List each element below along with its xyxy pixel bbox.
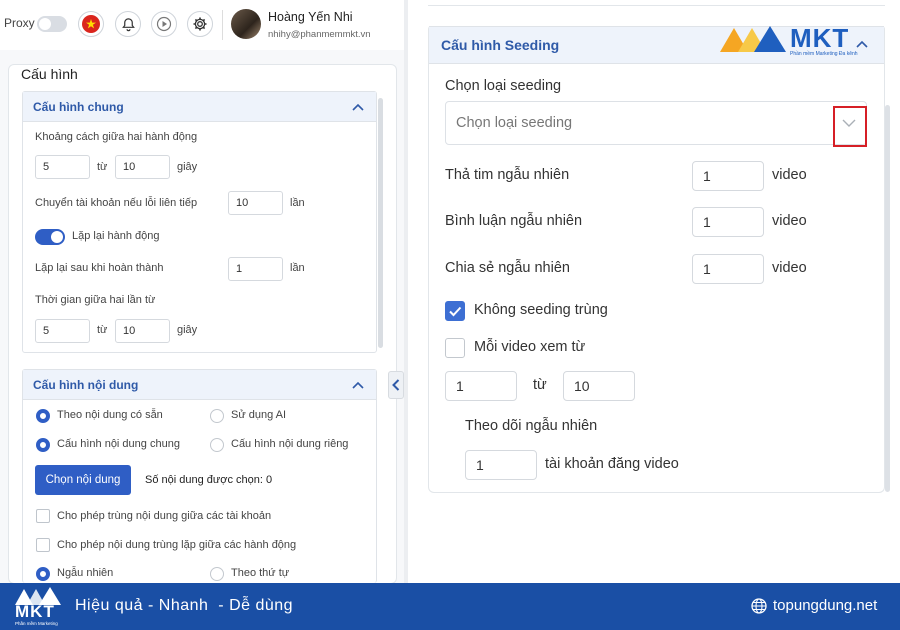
repeat-action-label: Lặp lại hành động (72, 230, 160, 242)
comment-unit: video (772, 213, 807, 229)
seeding-type-label: Chọn loại seeding (445, 78, 562, 94)
footer-logo-text: MKT (15, 602, 55, 621)
radio-available-content[interactable] (36, 409, 50, 423)
top-bar: Proxy Hoàng Yến Nhi nhihy@phanmemmkt.vn (0, 0, 404, 50)
share-unit: video (772, 260, 807, 276)
mkt-logo: MKT Phần mềm Marketing Đa kênh (720, 23, 870, 58)
user-email: nhihy@phanmemmkt.vn (268, 29, 371, 40)
radio-separate-label: Cấu hình nội dung riêng (231, 438, 349, 450)
repeat-action-toggle[interactable] (35, 229, 65, 245)
radio-random-label: Ngẫu nhiên (57, 567, 114, 579)
follow-input[interactable]: 1 (465, 450, 537, 480)
general-config-title: Cấu hình chung (33, 99, 124, 114)
repeat-after-input[interactable]: 1 (228, 257, 283, 281)
allow-dup-accounts-label: Cho phép trùng nội dung giữa các tài kho… (57, 510, 272, 522)
switch-account-input[interactable]: 10 (228, 191, 283, 215)
heart-unit: video (772, 167, 807, 183)
content-config-header[interactable]: Cấu hình nội dung (23, 370, 376, 400)
share-input[interactable]: 1 (692, 254, 764, 284)
radio-use-ai[interactable] (210, 409, 224, 423)
between-from-input[interactable]: 5 (35, 319, 90, 343)
bell-icon[interactable] (115, 11, 141, 37)
repeat-after-label: Lặp lại sau khi hoàn thành (35, 262, 164, 274)
allow-dup-accounts-checkbox[interactable] (36, 509, 50, 523)
comment-input[interactable]: 1 (692, 207, 764, 237)
between-label: Thời gian giữa hai lần từ (35, 294, 156, 306)
follow-unit: tài khoản đăng video (545, 456, 679, 472)
no-dup-seeding-checkbox[interactable] (445, 301, 465, 321)
chevron-up-icon[interactable] (352, 381, 364, 389)
proxy-label: Proxy (4, 16, 35, 30)
footer-logo: MKT Phần mềm Marketing (13, 586, 63, 628)
seeding-config-title: Cấu hình Seeding (441, 37, 560, 53)
switch-account-unit: lần (290, 197, 305, 209)
heart-input[interactable]: 1 (692, 161, 764, 191)
interval-from-input[interactable]: 5 (35, 155, 90, 179)
right-scrollbar[interactable] (885, 105, 890, 492)
collapse-panel-button[interactable] (388, 371, 404, 399)
globe-icon (751, 598, 767, 614)
repeat-after-unit: lần (290, 262, 305, 274)
proxy-toggle[interactable] (37, 16, 67, 32)
radio-separate-config[interactable] (210, 438, 224, 452)
switch-account-label: Chuyển tài khoản nếu lỗi liên tiếp (35, 197, 198, 209)
chevron-up-icon[interactable] (352, 103, 364, 111)
mkt-logo-tagline: Phần mềm Marketing Đa kênh (790, 51, 858, 57)
topbar-divider (222, 10, 223, 40)
gear-icon[interactable] (187, 11, 213, 37)
comment-label: Bình luận ngẫu nhiên (445, 213, 583, 229)
between-to-input[interactable]: 10 (115, 319, 170, 343)
avatar[interactable] (231, 9, 261, 39)
footer-logo-tagline: Phần mềm Marketing (15, 621, 58, 626)
footer-slogan: Hiệu quả - Nhanh - Dễ dùng (75, 597, 294, 614)
radio-common-config[interactable] (36, 438, 50, 452)
play-icon[interactable] (151, 11, 177, 37)
user-name: Hoàng Yến Nhi (268, 10, 353, 24)
each-video-checkbox[interactable] (445, 338, 465, 358)
radio-order-label: Theo thứ tự (231, 567, 290, 579)
radio-order[interactable] (210, 567, 224, 581)
previous-card-bottom (428, 0, 885, 6)
check-icon (449, 306, 462, 317)
no-dup-seeding-label: Không seeding trùng (474, 302, 608, 318)
radio-common-label: Cấu hình nội dung chung (57, 438, 180, 450)
follow-label: Theo dõi ngẫu nhiên (465, 418, 598, 434)
allow-dup-actions-label: Cho phép nội dung trùng lặp giữa các hàn… (57, 539, 297, 551)
seeding-type-placeholder: Chọn loại seeding (456, 115, 573, 131)
highlight-box (833, 106, 867, 147)
interval-from-word: từ (97, 161, 108, 173)
interval-to-input[interactable]: 10 (115, 155, 170, 179)
content-config-title: Cấu hình nội dung (33, 377, 139, 392)
general-config-header[interactable]: Cấu hình chung (23, 92, 376, 122)
watch-from-input[interactable]: 1 (445, 371, 517, 401)
mkt-logo-text: MKT (790, 23, 850, 53)
radio-available-label: Theo nội dung có sẵn (57, 409, 163, 421)
watch-to-input[interactable]: 10 (563, 371, 635, 401)
interval-label: Khoảng cách giữa hai hành động (35, 131, 198, 143)
between-unit: giây (177, 324, 198, 336)
watch-word: từ (533, 377, 547, 393)
radio-use-ai-label: Sử dụng AI (231, 409, 287, 421)
chevron-up-icon[interactable] (856, 40, 868, 48)
chevron-left-icon (392, 379, 400, 391)
radio-random[interactable] (36, 567, 50, 581)
config-title: Cấu hình (21, 66, 78, 82)
interval-unit: giây (177, 161, 198, 173)
allow-dup-actions-checkbox[interactable] (36, 538, 50, 552)
each-video-label: Mỗi video xem từ (474, 339, 586, 355)
choose-content-button[interactable]: Chọn nội dung (35, 465, 131, 495)
selected-count: Số nội dung được chọn: 0 (145, 474, 273, 486)
left-scrollbar[interactable] (378, 98, 383, 348)
heart-label: Thả tim ngẫu nhiên (445, 167, 570, 183)
footer-site[interactable]: topungdung.net (773, 597, 877, 614)
vietnam-flag-icon[interactable] (78, 11, 104, 37)
share-label: Chia sẻ ngẫu nhiên (445, 260, 570, 276)
between-word: từ (97, 324, 108, 336)
